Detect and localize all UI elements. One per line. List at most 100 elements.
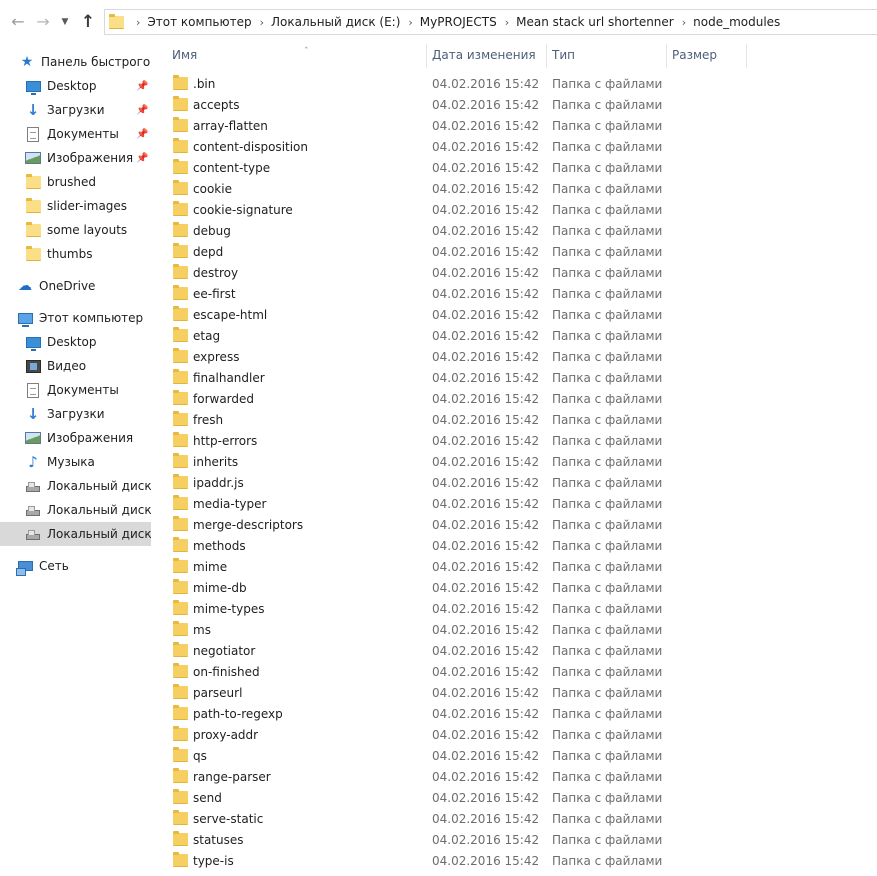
breadcrumb-node-modules[interactable]: node_modules [693,15,780,29]
back-arrow-icon[interactable]: ← [8,11,28,33]
breadcrumb-drive-e[interactable]: Локальный диск (E:) [271,15,400,29]
file-row[interactable]: forwarded 04.02.2016 15:42 Папка с файлами [151,388,877,409]
file-row[interactable]: escape-html 04.02.2016 15:42 Папка с файла… [151,304,877,325]
file-row[interactable]: depd 04.02.2016 15:42 Папка с файлами [151,241,877,262]
file-date: 04.02.2016 15:42 [432,790,540,805]
nav-pc-videos[interactable]: Видео [0,354,151,378]
file-name-cell: etag [173,327,220,343]
folder-icon [173,768,188,783]
nav-pc-music[interactable]: ♪ Музыка [0,450,151,474]
file-row[interactable]: content-disposition 04.02.2016 15:42 Папка… [151,136,877,157]
file-row[interactable]: merge-descriptors 04.02.2016 15:42 Папка с… [151,514,877,535]
file-row[interactable]: media-typer 04.02.2016 15:42 Папка с файла… [151,493,877,514]
up-arrow-icon[interactable]: ↑ [78,11,98,33]
nav-quick-brushed[interactable]: brushed [0,170,151,194]
file-row[interactable]: methods 04.02.2016 15:42 Папка с файлами [151,535,877,556]
nav-pc-downloads[interactable]: ↓ Загрузки [0,402,151,426]
nav-quick-some-layouts[interactable]: some layouts [0,218,151,242]
file-row[interactable]: http-errors 04.02.2016 15:42 Папка с файла… [151,430,877,451]
forward-arrow-icon[interactable]: → [33,11,53,33]
file-row[interactable]: etag 04.02.2016 15:42 Папка с файлами [151,325,877,346]
pin-icon[interactable]: 📌 [136,129,148,140]
nav-this-pc[interactable]: Этот компьютер [0,306,151,330]
column-header-type[interactable]: Тип [546,44,666,68]
file-row[interactable]: statuses 04.02.2016 15:42 Папка с файлами [151,829,877,850]
file-name: cookie-signature [193,202,293,217]
file-row[interactable]: on-finished 04.02.2016 15:42 Папка с файла… [151,661,877,682]
folder-icon [173,243,188,258]
file-row[interactable]: inherits 04.02.2016 15:42 Папка с файлами [151,451,877,472]
recent-locations-chevron-icon[interactable]: ▼ [58,11,72,33]
file-name-cell: content-type [173,159,270,175]
nav-item-label: Загрузки [47,407,105,421]
breadcrumb-chevron-icon[interactable]: › [136,16,140,29]
file-row[interactable]: content-type 04.02.2016 15:42 Папка с файл… [151,157,877,178]
nav-quick-desktop[interactable]: Desktop 📌 [0,74,151,98]
folder-icon [173,663,188,678]
breadcrumb-chevron-icon[interactable]: › [682,16,686,29]
pin-icon[interactable]: 📌 [136,153,148,164]
file-row[interactable]: accepts 04.02.2016 15:42 Папка с файлами [151,94,877,115]
nav-pc-drive-c[interactable]: Локальный диск (C:) [0,474,151,498]
nav-quick-downloads[interactable]: ↓ Загрузки 📌 [0,98,151,122]
column-header-name[interactable]: Имя ˆ [166,44,426,68]
file-row[interactable]: express 04.02.2016 15:42 Папка с файлами [151,346,877,367]
nav-pc-documents[interactable]: Документы [0,378,151,402]
file-row[interactable]: cookie 04.02.2016 15:42 Папка с файлами [151,178,877,199]
nav-onedrive[interactable]: ☁ OneDrive [0,274,151,298]
file-row[interactable]: parseurl 04.02.2016 15:42 Папка с файлами [151,682,877,703]
breadcrumb-chevron-icon[interactable]: › [505,16,509,29]
nav-quick-documents[interactable]: Документы 📌 [0,122,151,146]
column-divider[interactable] [746,44,747,68]
column-header-size[interactable]: Размер [666,44,746,68]
file-row[interactable]: finalhandler 04.02.2016 15:42 Папка с файл… [151,367,877,388]
file-type: Папка с файлами [552,181,663,196]
pin-icon[interactable]: 📌 [136,81,148,92]
nav-pc-drive-e[interactable]: Локальный диск (E:) [0,522,151,546]
breadcrumb-chevron-icon[interactable]: › [408,16,412,29]
file-row[interactable]: destroy 04.02.2016 15:42 Папка с файлами [151,262,877,283]
file-row[interactable]: serve-static 04.02.2016 15:42 Папка с файл… [151,808,877,829]
file-row[interactable]: ee-first 04.02.2016 15:42 Папка с файлами [151,283,877,304]
nav-pc-drive-d[interactable]: Локальный диск (D:) [0,498,151,522]
file-row[interactable]: type-is 04.02.2016 15:42 Папка с файлами [151,850,877,871]
breadcrumb-project[interactable]: Mean stack url shortenner [516,15,674,29]
file-row[interactable]: proxy-addr 04.02.2016 15:42 Папка с файлам… [151,724,877,745]
nav-quick-slider-images[interactable]: slider-images [0,194,151,218]
address-bar[interactable]: › Этот компьютер › Локальный диск (E:) ›… [104,9,877,35]
file-type: Папка с файлами [552,391,663,406]
star-icon: ★ [20,54,34,70]
breadcrumb-chevron-icon[interactable]: › [260,16,264,29]
file-row[interactable]: mime 04.02.2016 15:42 Папка с файлами [151,556,877,577]
file-name-cell: methods [173,537,246,553]
nav-pc-pictures[interactable]: Изображения [0,426,151,450]
file-type: Папка с файлами [552,286,663,301]
file-row[interactable]: qs 04.02.2016 15:42 Папка с файлами [151,745,877,766]
file-row[interactable]: fresh 04.02.2016 15:42 Папка с файлами [151,409,877,430]
file-row[interactable]: array-flatten 04.02.2016 15:42 Папка с фай… [151,115,877,136]
file-row[interactable]: send 04.02.2016 15:42 Папка с файлами [151,787,877,808]
breadcrumb-this-pc[interactable]: Этот компьютер [147,15,251,29]
file-row[interactable]: path-to-regexp 04.02.2016 15:42 Папка с фа… [151,703,877,724]
file-row[interactable]: .bin 04.02.2016 15:42 Папка с файлами [151,73,877,94]
cloud-icon: ☁ [18,278,32,294]
nav-quick-pictures[interactable]: Изображения 📌 [0,146,151,170]
file-name: fresh [193,412,224,427]
pin-icon[interactable]: 📌 [136,105,148,116]
file-row[interactable]: ms 04.02.2016 15:42 Папка с файлами [151,619,877,640]
nav-pc-desktop[interactable]: Desktop [0,330,151,354]
nav-quick-thumbs[interactable]: thumbs [0,242,151,266]
breadcrumb-myprojects[interactable]: MyPROJECTS [420,15,497,29]
file-row[interactable]: mime-db 04.02.2016 15:42 Папка с файлами [151,577,877,598]
file-row[interactable]: ipaddr.js 04.02.2016 15:42 Папка с файлами [151,472,877,493]
nav-network[interactable]: Сеть [0,554,151,578]
column-headers: Имя ˆ Дата изменения Тип Размер [151,44,877,68]
file-row[interactable]: cookie-signature 04.02.2016 15:42 Папка с … [151,199,877,220]
column-header-date[interactable]: Дата изменения [426,44,546,68]
folder-icon [173,558,188,573]
file-row[interactable]: range-parser 04.02.2016 15:42 Папка с файл… [151,766,877,787]
nav-quick-access[interactable]: ★ Панель быстрого доступа [0,50,151,74]
file-row[interactable]: mime-types 04.02.2016 15:42 Папка с файлам… [151,598,877,619]
file-row[interactable]: debug 04.02.2016 15:42 Папка с файлами [151,220,877,241]
file-row[interactable]: negotiator 04.02.2016 15:42 Папка с файлам… [151,640,877,661]
